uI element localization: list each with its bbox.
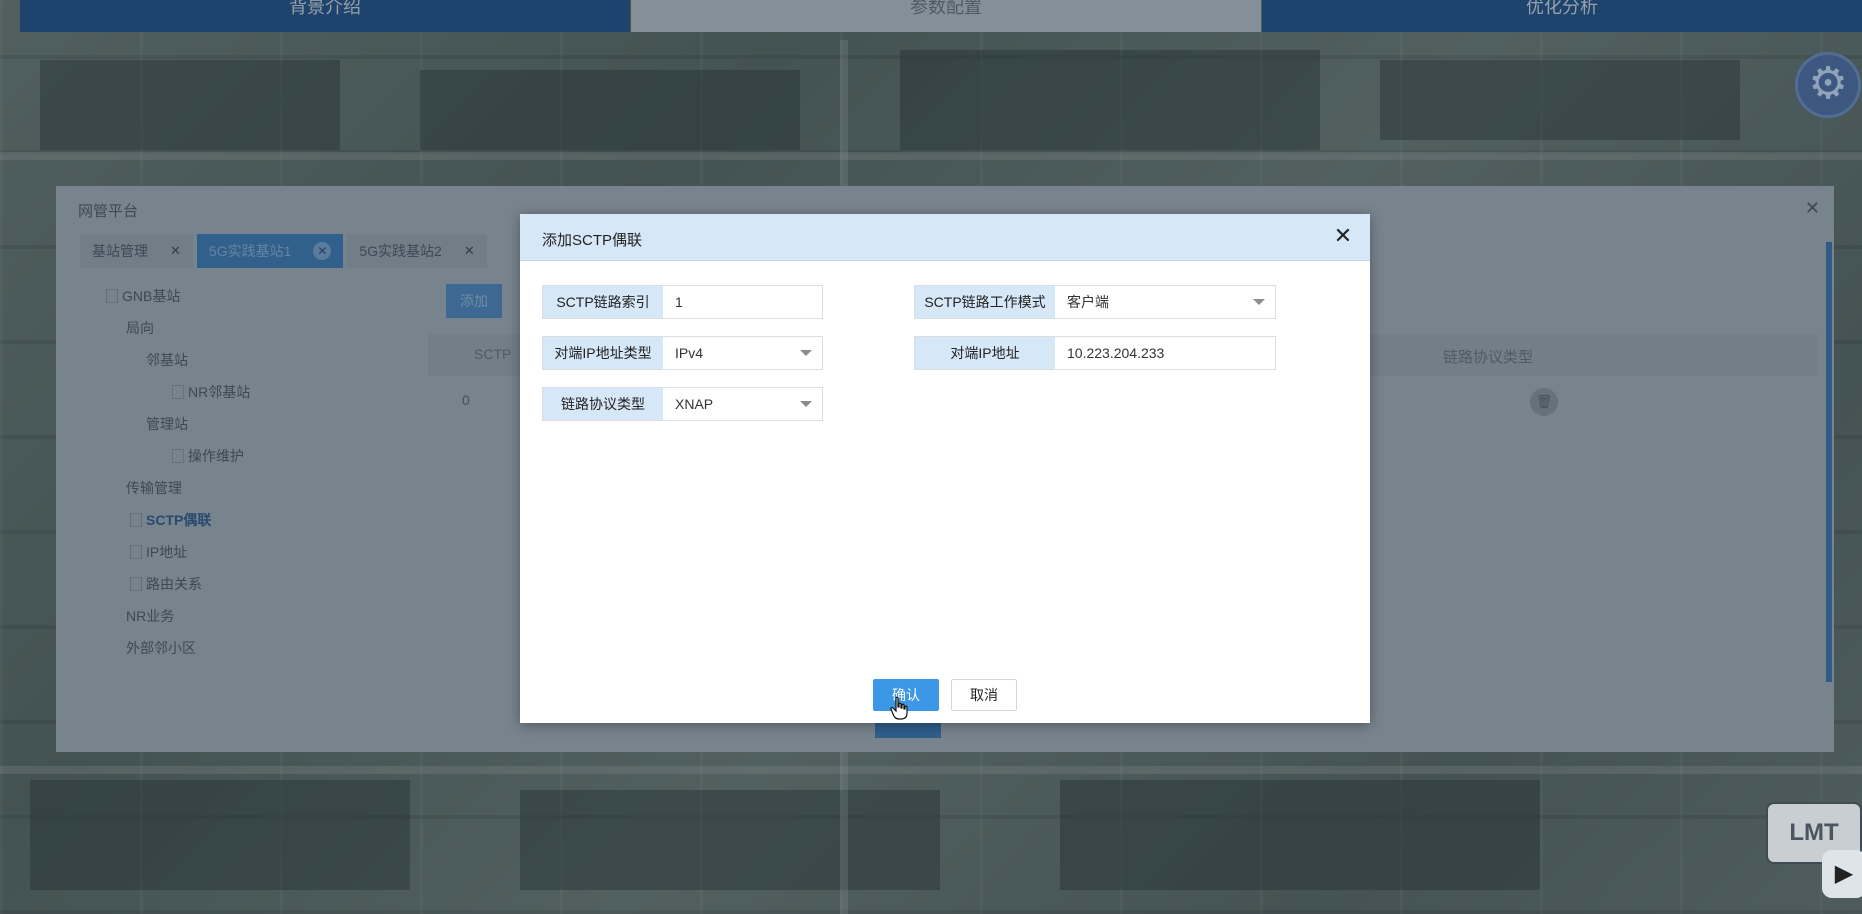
play-icon[interactable]: ▶: [1822, 850, 1862, 898]
chevron-down-icon: [800, 401, 812, 407]
add-sctp-dialog: 添加SCTP偶联 ✕ SCTP链路索引 1 SCTP链路工作模式 客户端 对端I…: [520, 214, 1370, 723]
close-icon[interactable]: ✕: [1332, 225, 1354, 247]
field-label: 链路协议类型: [543, 388, 663, 420]
sctp-index-field: SCTP链路索引 1: [542, 285, 823, 319]
hand-cursor-icon: [890, 696, 908, 720]
sctp-mode-field: SCTP链路工作模式 客户端: [914, 285, 1276, 319]
sctp-mode-select[interactable]: 客户端: [1055, 286, 1275, 318]
protocol-field: 链路协议类型 XNAP: [542, 387, 823, 421]
peer-ip-input[interactable]: 10.223.204.233: [1055, 337, 1275, 369]
select-value: XNAP: [675, 396, 714, 412]
chevron-down-icon: [1253, 299, 1265, 305]
chevron-down-icon: [800, 350, 812, 356]
peer-ip-field: 对端IP地址 10.223.204.233: [914, 336, 1276, 370]
dialog-header: 添加SCTP偶联 ✕: [520, 214, 1370, 261]
field-label: SCTP链路索引: [543, 286, 663, 318]
peer-ip-type-field: 对端IP地址类型 IPv4: [542, 336, 823, 370]
field-label: 对端IP地址类型: [543, 337, 663, 369]
dialog-title: 添加SCTP偶联: [542, 232, 643, 249]
cancel-button[interactable]: 取消: [951, 679, 1017, 711]
peer-ip-type-select[interactable]: IPv4: [663, 337, 822, 369]
sctp-index-input[interactable]: 1: [663, 286, 822, 318]
field-label: 对端IP地址: [915, 337, 1055, 369]
protocol-select[interactable]: XNAP: [663, 388, 822, 420]
select-value: IPv4: [675, 345, 704, 361]
field-label: SCTP链路工作模式: [915, 286, 1055, 318]
select-value: 客户端: [1067, 294, 1109, 310]
